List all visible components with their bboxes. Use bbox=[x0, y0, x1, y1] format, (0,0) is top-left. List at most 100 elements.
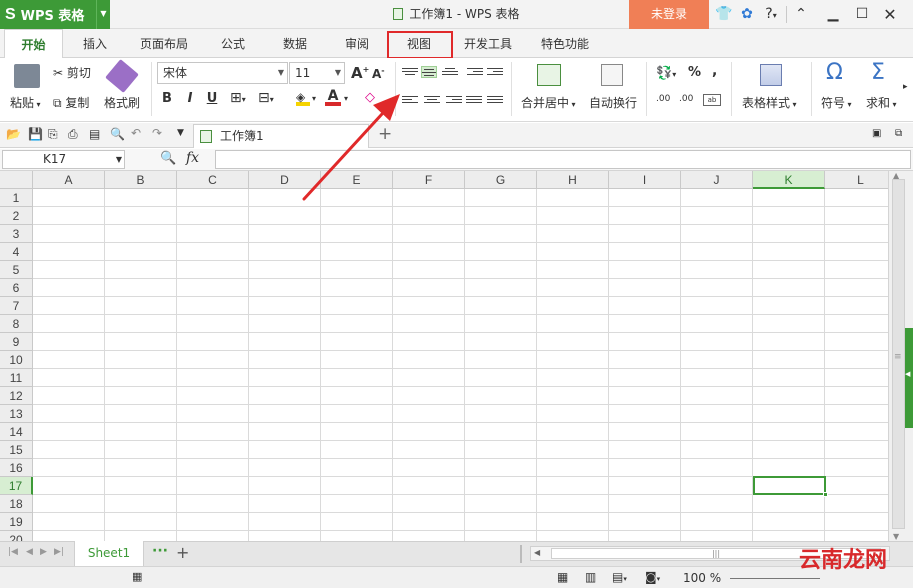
export-pdf-icon[interactable]: ⎘ bbox=[48, 127, 58, 142]
bold-button[interactable]: B bbox=[158, 90, 176, 108]
italic-button[interactable]: I bbox=[181, 90, 199, 108]
column-header-b[interactable]: B bbox=[105, 171, 177, 189]
table-style-icon[interactable] bbox=[760, 64, 782, 86]
comma-button[interactable]: , bbox=[712, 63, 717, 79]
open-icon[interactable]: 📂 bbox=[6, 127, 21, 141]
tab-review[interactable]: 审阅 bbox=[334, 29, 380, 58]
row-header-2[interactable]: 2 bbox=[0, 207, 33, 225]
tab-insert[interactable]: 插入 bbox=[72, 29, 118, 58]
redo-icon[interactable]: ↷ bbox=[152, 126, 162, 140]
column-header-h[interactable]: H bbox=[537, 171, 609, 189]
last-sheet-icon[interactable]: ▶| bbox=[54, 547, 64, 557]
sheet-tab-sheet1[interactable]: Sheet1 bbox=[74, 541, 144, 567]
macro-record-icon[interactable]: ▦ bbox=[132, 570, 142, 583]
float-icon[interactable]: ⧉ bbox=[895, 128, 902, 139]
normal-view-icon[interactable]: ▦ bbox=[557, 570, 568, 584]
column-header-g[interactable]: G bbox=[465, 171, 537, 189]
row-header-20[interactable]: 20 bbox=[0, 531, 33, 541]
row-header-4[interactable]: 4 bbox=[0, 243, 33, 261]
row-header-9[interactable]: 9 bbox=[0, 333, 33, 351]
column-header-a[interactable]: A bbox=[33, 171, 105, 189]
eye-protection-icon[interactable]: ◙▾ bbox=[645, 570, 660, 584]
print-icon[interactable]: ⎙ bbox=[68, 127, 78, 142]
spreadsheet-grid[interactable]: ABCDEFGHIJKL 1 2 3 4 5 6 7 8 9 10 11 12 13 14 15 16 17 18… bbox=[0, 171, 888, 541]
row-header-19[interactable]: 19 bbox=[0, 513, 33, 531]
cell-style-icon[interactable]: ⊟▾ bbox=[258, 90, 274, 106]
decrease-indent-icon[interactable] bbox=[467, 66, 483, 78]
align-center-icon[interactable] bbox=[424, 94, 440, 106]
login-button[interactable]: 未登录 bbox=[629, 0, 709, 29]
paste-button[interactable]: 粘贴 ▾ bbox=[10, 94, 41, 111]
currency-icon[interactable]: 💱▾ bbox=[656, 66, 676, 81]
symbol-button[interactable]: 符号 ▾ bbox=[821, 94, 852, 111]
zoom-slider[interactable] bbox=[730, 578, 820, 579]
underline-button[interactable]: U bbox=[203, 90, 221, 108]
format-painter-icon[interactable] bbox=[105, 59, 139, 93]
tab-page-layout[interactable]: 页面布局 bbox=[133, 29, 195, 58]
document-tab[interactable]: 工作簿1 bbox=[193, 124, 369, 148]
tab-data[interactable]: 数据 bbox=[272, 29, 318, 58]
save-icon[interactable]: 💾 bbox=[28, 127, 43, 141]
tab-home[interactable]: 开始 bbox=[4, 29, 63, 59]
close-icon[interactable]: ✕ bbox=[879, 0, 901, 29]
reading-mode-icon[interactable]: ▤▾ bbox=[612, 570, 627, 584]
align-top-icon[interactable] bbox=[402, 66, 418, 78]
window-mode-icon[interactable]: ▣ bbox=[872, 128, 881, 139]
chevron-down-icon[interactable]: ▾ bbox=[344, 94, 348, 103]
row-header-10[interactable]: 10 bbox=[0, 351, 33, 369]
row-header-7[interactable]: 7 bbox=[0, 297, 33, 315]
skin-shirt-icon[interactable]: 👕 bbox=[714, 0, 734, 29]
feedback-icon[interactable]: ✿ bbox=[737, 0, 757, 29]
zoom-level[interactable]: 100 % bbox=[683, 567, 721, 588]
row-header-8[interactable]: 8 bbox=[0, 315, 33, 333]
percent-button[interactable]: % bbox=[688, 65, 701, 80]
prev-sheet-icon[interactable]: ◀ bbox=[26, 547, 33, 557]
select-all-corner[interactable] bbox=[0, 171, 33, 189]
new-tab-plus-icon[interactable]: + bbox=[378, 124, 392, 144]
font-size-select[interactable]: 11 ▼ bbox=[289, 62, 345, 84]
increase-decimal-icon[interactable]: .00 bbox=[656, 94, 670, 104]
increase-font-icon[interactable]: A+ bbox=[351, 64, 369, 82]
page-break-view-icon[interactable]: ▥ bbox=[585, 570, 596, 584]
border-icon[interactable]: ⊞▾ bbox=[230, 90, 246, 106]
sum-icon[interactable]: Σ bbox=[871, 60, 885, 85]
merge-center-icon[interactable] bbox=[537, 64, 561, 86]
preview-icon[interactable]: 🔍 bbox=[110, 127, 125, 141]
zoom-lookup-icon[interactable]: 🔍 bbox=[160, 151, 176, 166]
row-header-14[interactable]: 14 bbox=[0, 423, 33, 441]
first-sheet-icon[interactable]: |◀ bbox=[8, 547, 18, 557]
clear-format-icon[interactable]: ◇ bbox=[365, 90, 375, 105]
tab-developer[interactable]: 开发工具 bbox=[457, 29, 519, 58]
sum-button[interactable]: 求和 ▾ bbox=[866, 94, 897, 111]
table-style-button[interactable]: 表格样式 ▾ bbox=[742, 94, 797, 111]
align-left-icon[interactable] bbox=[402, 94, 418, 106]
fill-handle[interactable] bbox=[823, 492, 828, 497]
app-menu-button[interactable]: S WPS 表格 ▼ bbox=[0, 0, 110, 29]
decrease-decimal-icon[interactable]: .00 bbox=[679, 94, 693, 104]
formula-input[interactable] bbox=[215, 150, 911, 169]
scroll-left-icon[interactable]: ◀ bbox=[534, 548, 540, 557]
side-panel-toggle[interactable]: ◀ bbox=[905, 328, 913, 428]
symbol-icon[interactable]: Ω bbox=[826, 60, 843, 85]
help-button[interactable]: ?▾ bbox=[759, 0, 783, 29]
number-format-icon[interactable]: ab bbox=[703, 94, 721, 106]
paste-icon[interactable] bbox=[14, 64, 40, 88]
wrap-text-icon[interactable] bbox=[601, 64, 623, 86]
align-middle-icon[interactable] bbox=[421, 66, 437, 78]
row-header-11[interactable]: 11 bbox=[0, 369, 33, 387]
merge-center-button[interactable]: 合并居中 ▾ bbox=[521, 94, 576, 111]
fill-color-icon[interactable]: ◈ bbox=[296, 90, 310, 106]
row-header-16[interactable]: 16 bbox=[0, 459, 33, 477]
row-header-18[interactable]: 18 bbox=[0, 495, 33, 513]
tab-formulas[interactable]: 公式 bbox=[210, 29, 256, 58]
column-header-e[interactable]: E bbox=[321, 171, 393, 189]
justify-icon[interactable] bbox=[466, 94, 482, 106]
next-sheet-icon[interactable]: ▶ bbox=[40, 547, 47, 557]
collapse-ribbon-icon[interactable]: ⌃ bbox=[790, 0, 812, 29]
name-box[interactable]: K17 ▼ bbox=[2, 150, 125, 169]
scroll-down-icon[interactable]: ▼ bbox=[893, 532, 899, 541]
copy-button[interactable]: ⧉ 复制 bbox=[53, 94, 89, 111]
add-sheet-icon[interactable]: + bbox=[176, 543, 189, 562]
column-header-l[interactable]: L bbox=[825, 171, 888, 189]
cut-button[interactable]: ✂ 剪切 bbox=[53, 64, 91, 81]
